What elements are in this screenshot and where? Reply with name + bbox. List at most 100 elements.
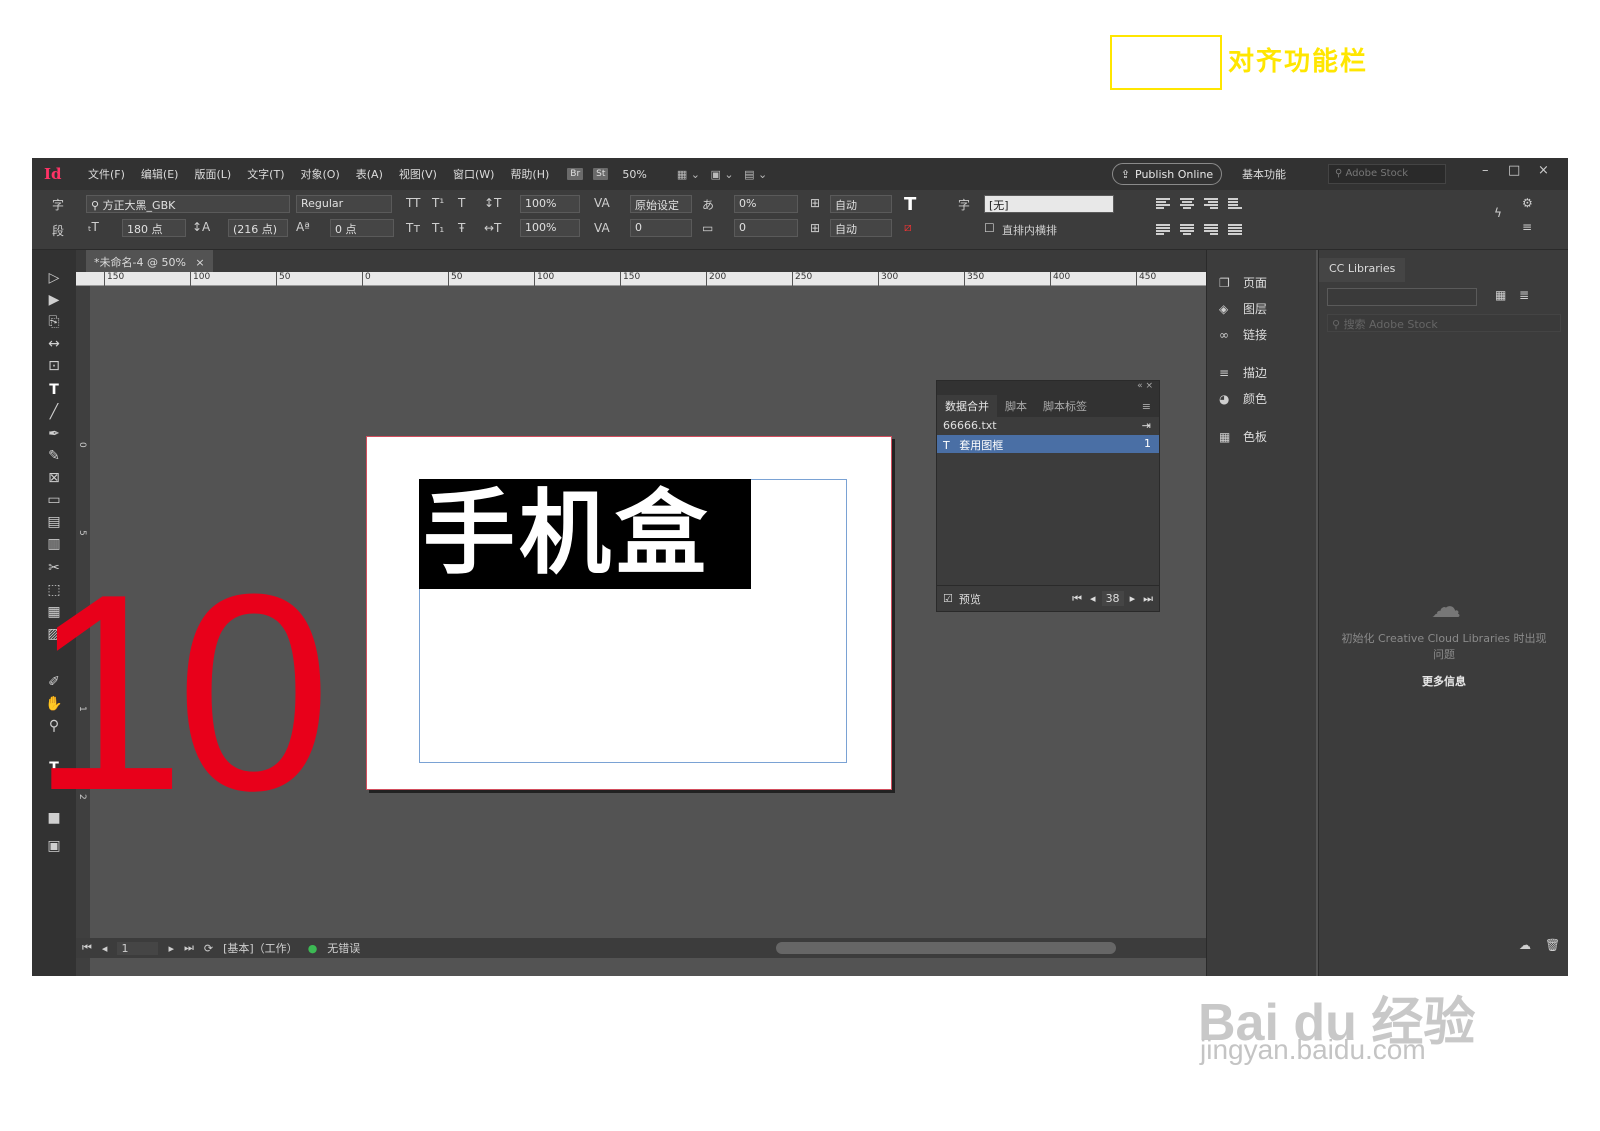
tracking-field[interactable]: 0: [630, 219, 692, 237]
justify-left-icon[interactable]: [1156, 224, 1170, 236]
cc-libraries-tab[interactable]: CC Libraries: [1319, 258, 1406, 282]
next-page-icon[interactable]: ▸: [168, 942, 174, 955]
menu-table[interactable]: 表(A): [348, 166, 391, 182]
list-view-icon[interactable]: ≣: [1519, 288, 1529, 302]
close-tab-icon[interactable]: ×: [195, 256, 204, 269]
justify-center-icon[interactable]: [1180, 224, 1194, 236]
all-caps-button[interactable]: TT: [406, 196, 420, 210]
character-style-select[interactable]: [无]: [984, 195, 1114, 213]
profile-label[interactable]: [基本]（工作）: [223, 940, 298, 956]
leading-field[interactable]: (216 点): [228, 219, 288, 237]
lightning-icon[interactable]: ϟ: [1494, 206, 1502, 220]
font-family-select[interactable]: ⚲ 方正大黑_GBK: [86, 195, 290, 213]
cloud-sync-icon[interactable]: ☁: [1519, 938, 1531, 952]
view-options-icon[interactable]: ▦ ⌄ ▣ ⌄ ▤ ⌄: [677, 168, 767, 181]
library-select[interactable]: [1327, 288, 1477, 306]
menu-window[interactable]: 窗口(W): [445, 166, 502, 182]
preview-checkbox-icon[interactable]: ☑: [943, 592, 953, 605]
tsume-field[interactable]: 0%: [734, 195, 798, 213]
record-number-field[interactable]: 38: [1101, 591, 1124, 606]
stock-search-field[interactable]: ⚲ 搜索 Adobe Stock: [1327, 314, 1561, 332]
dock-layers[interactable]: ◈ 图层: [1219, 300, 1267, 317]
selection-tool-icon[interactable]: ▷: [42, 270, 66, 290]
last-page-icon[interactable]: ⏭: [184, 941, 194, 955]
document-tab[interactable]: *未命名-4 @ 50% ×: [86, 250, 213, 272]
baseline-shift-field[interactable]: 0 点: [330, 219, 394, 237]
dock-stroke[interactable]: ≡ 描边: [1219, 364, 1267, 381]
horizontal-scale-field[interactable]: 100%: [520, 219, 580, 237]
small-caps-button[interactable]: Tт: [406, 221, 420, 235]
strikethrough-button[interactable]: Ŧ: [458, 221, 465, 235]
content-collector-icon[interactable]: ⊡: [42, 358, 66, 378]
checkbox-icon[interactable]: ☐: [984, 221, 995, 235]
menu-help[interactable]: 帮助(H): [502, 166, 557, 182]
underline-button[interactable]: T: [458, 196, 465, 210]
menu-edit[interactable]: 编辑(E): [133, 166, 187, 182]
grid-auto-field-2[interactable]: 自动: [830, 219, 892, 237]
first-page-icon[interactable]: ⏮: [82, 941, 92, 955]
first-record-icon[interactable]: ⏮: [1072, 592, 1082, 606]
dock-swatches[interactable]: ▦ 色板: [1219, 428, 1267, 445]
menu-file[interactable]: 文件(F): [80, 166, 133, 182]
zoom-level[interactable]: 50%: [622, 168, 646, 181]
page-tool-icon[interactable]: ⎘: [42, 314, 66, 334]
grid-auto-field-1[interactable]: 自动: [830, 195, 892, 213]
gap-tool-icon[interactable]: ↔: [42, 336, 66, 356]
link-icon[interactable]: ⇥: [1142, 419, 1151, 432]
more-info-link[interactable]: 更多信息: [1319, 673, 1568, 689]
type-tool-icon[interactable]: T: [42, 382, 66, 402]
font-style-select[interactable]: Regular: [296, 195, 392, 213]
horizontal-grid-tool-icon[interactable]: ▤: [42, 514, 66, 534]
stock-button[interactable]: St: [593, 168, 609, 180]
bridge-button[interactable]: Br: [567, 168, 584, 180]
tab-script-label[interactable]: 脚本标签: [1035, 395, 1095, 417]
aki-field[interactable]: 0: [734, 219, 798, 237]
align-right-icon[interactable]: [1204, 198, 1218, 210]
last-record-icon[interactable]: ⏭: [1143, 592, 1153, 606]
direct-selection-tool-icon[interactable]: ▶: [42, 292, 66, 312]
justify-all-icon[interactable]: [1228, 224, 1242, 236]
align-towards-spine-icon[interactable]: [1228, 198, 1242, 210]
align-center-icon[interactable]: [1180, 198, 1194, 210]
menu-type[interactable]: 文字(T): [239, 166, 292, 182]
vertical-scale-field[interactable]: 100%: [520, 195, 580, 213]
pencil-tool-icon[interactable]: ✎: [42, 448, 66, 468]
maximize-button[interactable]: □: [1508, 163, 1520, 178]
menu-layout[interactable]: 版面(L): [186, 166, 239, 182]
stock-search-input[interactable]: ⚲ Adobe Stock: [1328, 164, 1446, 184]
character-mode-tab[interactable]: 字: [52, 196, 64, 213]
superscript-button[interactable]: T¹: [432, 196, 444, 210]
kerning-field[interactable]: 原始设定: [630, 195, 692, 213]
merge-field-row[interactable]: T 套用图框 1: [937, 435, 1159, 453]
data-source-row[interactable]: 66666.txt ⇥: [937, 417, 1159, 435]
menu-view[interactable]: 视图(V): [391, 166, 445, 182]
trash-icon[interactable]: 🗑: [1545, 938, 1560, 952]
panel-menu-icon[interactable]: ≡: [1134, 397, 1159, 416]
document-page[interactable]: 手机盒: [366, 436, 892, 790]
close-window-button[interactable]: ×: [1538, 163, 1549, 178]
panel-collapse-close[interactable]: « ×: [937, 381, 1159, 395]
align-left-icon[interactable]: [1156, 198, 1170, 210]
gear-icon[interactable]: ⚙: [1522, 196, 1533, 210]
prev-record-icon[interactable]: ◂: [1090, 592, 1096, 605]
panel-menu-icon[interactable]: ≡: [1522, 220, 1532, 234]
paragraph-mode-tab[interactable]: 段: [52, 222, 64, 239]
open-in-window-icon[interactable]: ⟳: [204, 942, 213, 955]
horizontal-ruler[interactable]: 150 100 50 0 50 100 150 200 250 300 350 …: [76, 272, 1226, 286]
menu-object[interactable]: 对象(O): [293, 166, 348, 182]
tab-scripts[interactable]: 脚本: [997, 395, 1035, 417]
text-frame[interactable]: 手机盒: [419, 479, 751, 589]
prev-page-icon[interactable]: ◂: [102, 942, 108, 955]
text-stroke-none-icon[interactable]: ⧄: [904, 220, 912, 235]
horizontal-scrollbar[interactable]: [776, 942, 1116, 954]
tab-data-merge[interactable]: 数据合并: [937, 395, 997, 417]
preflight-status[interactable]: 无错误: [327, 940, 360, 956]
publish-online-button[interactable]: ⇪ Publish Online: [1112, 163, 1222, 185]
justify-right-icon[interactable]: [1204, 224, 1218, 236]
next-record-icon[interactable]: ▸: [1130, 592, 1136, 605]
subscript-button[interactable]: T₁: [432, 221, 444, 235]
dock-links[interactable]: ∞ 链接: [1219, 326, 1267, 343]
font-size-field[interactable]: 180 点: [122, 219, 186, 237]
pen-tool-icon[interactable]: ✒: [42, 426, 66, 446]
page-number-field[interactable]: 1: [117, 941, 159, 955]
